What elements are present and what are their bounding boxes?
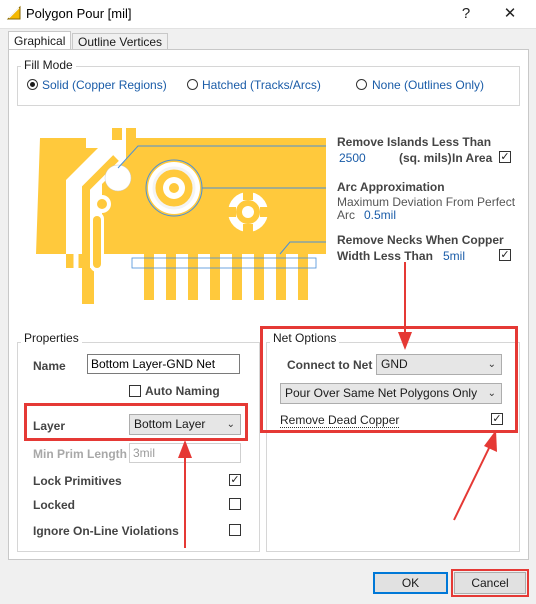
annotation-arrows: [178, 262, 497, 548]
ok-button[interactable]: OK: [373, 572, 448, 594]
annotation-box-cancel: [451, 569, 529, 597]
arrow-to-remove-dead-copper: [453, 445, 491, 521]
